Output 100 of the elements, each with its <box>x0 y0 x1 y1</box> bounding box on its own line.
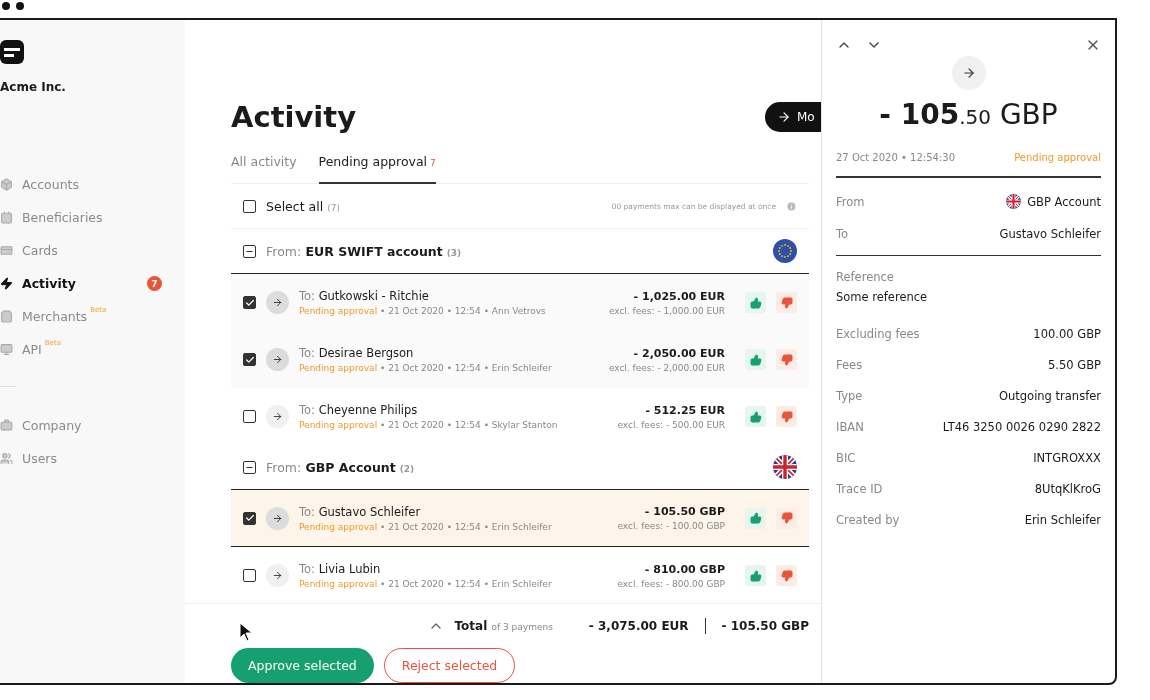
field-label: BIC <box>836 450 856 465</box>
thumbs-up-icon <box>749 512 762 524</box>
thumbs-up-icon <box>749 569 762 582</box>
approve-button[interactable] <box>745 565 766 586</box>
fees-note: excl. fees: - 800.00 GBP <box>617 578 725 589</box>
collapse-toggle[interactable] <box>243 244 256 258</box>
transfer-icon <box>266 506 289 530</box>
field-value: Gustavo Schleifer <box>999 226 1101 241</box>
fees-note: excl. fees: - 100.00 GBP <box>617 521 725 531</box>
field-value: Outgoing transfer <box>998 388 1101 403</box>
payment-amount: - 1,025.00 EUR <box>633 289 725 303</box>
arrow-icon <box>777 110 791 124</box>
payment-row[interactable]: To: Desirae Bergson Pending approval • 21 Oct 2020 • 12:54 • Erin Schleifer - 2,050.00 EUR excl. fees: - 2,000.00 EUR <box>231 331 809 388</box>
sidebar-item[interactable]: Beneficiaries <box>0 201 162 234</box>
approve-button[interactable] <box>745 507 766 529</box>
field-label: Type <box>836 388 863 403</box>
approve-button[interactable] <box>745 292 766 313</box>
approve-selected-button[interactable]: Approve selected <box>231 648 374 683</box>
field-value: Erin Schleifer <box>1024 512 1101 527</box>
field-label: Fees <box>836 357 863 372</box>
detail-amount: - 105.50 GBP <box>879 98 1058 131</box>
checkbox[interactable] <box>243 353 256 366</box>
payment-amount: - 2,050.00 EUR <box>633 346 725 360</box>
group-title: From: GBP Account (2) <box>266 459 415 475</box>
sidebar-item[interactable]: Activity 7 <box>0 267 162 300</box>
thumbs-down-icon <box>780 296 793 309</box>
thumbs-down-icon <box>780 512 793 524</box>
sidebar-item[interactable]: Company <box>0 409 162 442</box>
group-title: From: EUR SWIFT account (3) <box>266 243 462 259</box>
select-all-label: Select all (7) <box>266 198 340 214</box>
thumbs-down-icon <box>780 569 793 582</box>
users-icon <box>0 452 13 465</box>
thumbs-up-icon <box>749 353 762 366</box>
reject-selected-button[interactable]: Reject selected <box>383 648 516 683</box>
briefcase-icon <box>0 419 13 432</box>
company-name: Acme Inc. <box>0 80 67 94</box>
reject-button[interactable] <box>776 349 797 370</box>
field-label: To <box>836 226 849 241</box>
payment-meta: Pending approval • 21 Oct 2020 • 12:54 • Erin Schleifer <box>299 521 552 532</box>
thumbs-up-icon <box>749 410 762 423</box>
field-label: Reference <box>836 270 895 284</box>
payment-meta: Pending approval • 21 Oct 2020 • 12:54 • Skylar Stanton <box>299 420 558 430</box>
recipient-name: To: Gustavo Schleifer <box>299 504 422 519</box>
payment-meta: Pending approval • 21 Oct 2020 • 12:54 • Erin Schleifer <box>299 363 552 373</box>
total-label: Total of 3 paymens <box>454 619 553 633</box>
tab[interactable]: Pending approval 7 <box>318 148 436 184</box>
bag-icon <box>0 310 13 323</box>
payment-amount: - 512.25 EUR <box>645 403 725 417</box>
monitor-icon <box>0 343 13 356</box>
reject-button[interactable] <box>776 507 797 529</box>
approve-button[interactable] <box>745 406 766 427</box>
detail-timestamp: 27 Oct 2020 • 12:54:30 <box>836 151 955 163</box>
action-button[interactable]: Mo <box>765 102 821 132</box>
payment-row[interactable]: To: Gustavo Schleifer Pending approval • 21 Oct 2020 • 12:54 • Erin Schleifer - 105.50 GBP excl. fees: - 100.00 GBP <box>231 490 809 547</box>
cursor-icon <box>239 622 253 642</box>
transfer-icon <box>266 564 289 587</box>
check-icon <box>244 354 255 365</box>
reject-button[interactable] <box>776 406 797 427</box>
checkbox[interactable] <box>243 296 256 309</box>
field-value: GBP Account <box>1027 194 1101 209</box>
fees-note: excl. fees: - 2,000.00 EUR <box>608 362 725 373</box>
contact-icon <box>0 211 13 224</box>
thumbs-up-icon <box>749 296 762 309</box>
payment-meta: Pending approval • 21 Oct 2020 • 12:54 • Ann Vetrovs <box>299 306 546 316</box>
reject-button[interactable] <box>776 292 797 313</box>
payment-amount: - 105.50 GBP <box>644 505 725 518</box>
recipient-name: To: Desirae Bergson <box>299 346 415 360</box>
payment-amount: - 810.00 GBP <box>644 562 725 576</box>
field-value: 8UtqKlKroG <box>1034 481 1101 496</box>
field-value: 5.50 GBP <box>1048 357 1101 372</box>
window-dot-icon[interactable] <box>16 2 24 10</box>
payment-row[interactable]: To: Gutkowski - Ritchie Pending approval • 21 Oct 2020 • 12:54 • Ann Vetrovs - 1,025.00 EUR excl. fees: - 1,000.00 EUR <box>231 274 809 331</box>
tab[interactable]: All activity <box>231 148 297 184</box>
recipient-name: To: Cheyenne Philips <box>299 403 419 417</box>
field-label: IBAN <box>836 419 864 434</box>
box-icon <box>0 178 13 191</box>
reject-button[interactable] <box>776 565 797 586</box>
card-icon <box>0 244 13 257</box>
collapse-toggle[interactable] <box>243 460 256 474</box>
field-value: LT46 3250 0026 0290 2822 <box>942 419 1101 434</box>
sidebar-item[interactable]: Cards <box>0 234 162 267</box>
sidebar-item[interactable]: Accounts <box>0 168 162 201</box>
thumbs-down-icon <box>780 353 793 366</box>
field-label: Excluding fees <box>836 326 920 341</box>
check-icon <box>244 513 255 523</box>
transfer-icon <box>951 56 986 90</box>
recipient-name: To: Livia Lubin <box>299 562 382 576</box>
checkbox[interactable] <box>243 410 256 423</box>
checkbox[interactable] <box>243 569 256 582</box>
recipient-name: To: Gutkowski - Ritchie <box>299 289 430 303</box>
approve-button[interactable] <box>745 349 766 370</box>
total-amount: - 3,075.00 EUR <box>588 619 689 633</box>
checkbox[interactable] <box>243 199 256 213</box>
sidebar-item[interactable]: Users <box>0 442 162 475</box>
payment-meta: Pending approval • 21 Oct 2020 • 12:54 • Erin Schleifer <box>299 579 552 589</box>
status-label: Pending approval <box>1014 151 1101 163</box>
window-dot-icon[interactable] <box>2 2 10 10</box>
field-value: 100.00 GBP <box>1033 326 1101 341</box>
checkbox[interactable] <box>243 511 256 525</box>
thumbs-down-icon <box>780 410 793 423</box>
